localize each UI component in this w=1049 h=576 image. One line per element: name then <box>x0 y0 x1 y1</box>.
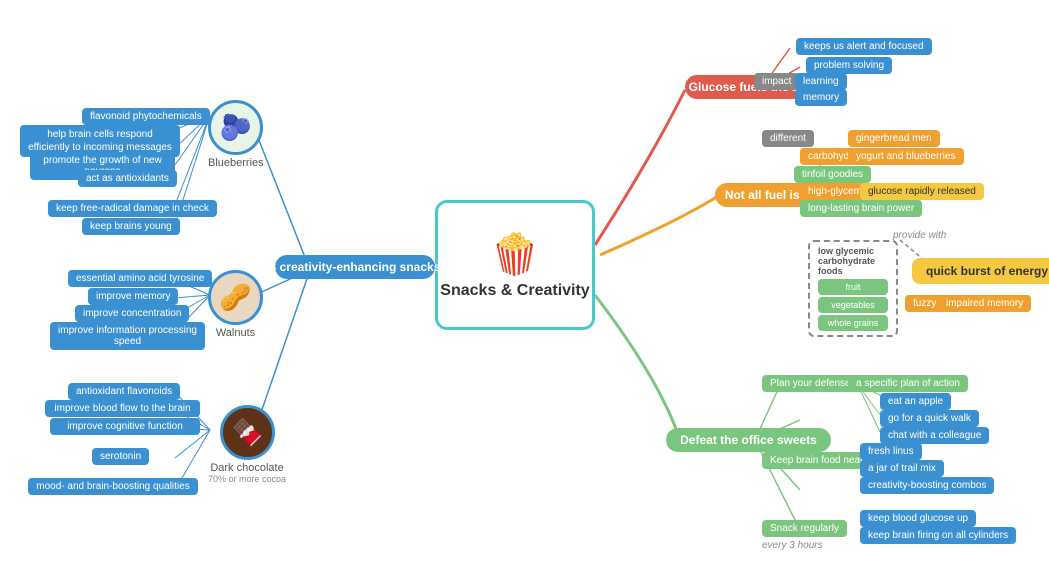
defeat-eat-apple: eat an apple <box>880 393 951 410</box>
walnuts-icon: 🥜 <box>208 270 263 325</box>
chocolate-node: 🍫 Dark chocolate 70% or more cocoa <box>208 405 286 484</box>
bb-fact-6: keep brains young <box>82 218 180 235</box>
glucose-child-4: memory <box>795 89 847 106</box>
blueberries-icon: 🫐 <box>208 100 263 155</box>
fuel-glucose-rapid: glucose rapidly released <box>860 183 984 200</box>
every-3h: every 3 hours <box>762 540 823 551</box>
walnuts-node: 🥜 Walnuts <box>208 270 263 339</box>
defeat-chat: chat with a colleague <box>880 427 989 444</box>
branch-defeat: Defeat the office sweets <box>666 428 831 452</box>
center-node: 🍿 Snacks & Creativity <box>435 200 595 330</box>
choc-fact-5: mood- and brain-boosting qualities <box>28 478 198 495</box>
choc-fact-4: serotonin <box>92 448 149 465</box>
defeat-walk: go for a quick walk <box>880 410 979 427</box>
bb-fact-1: flavonoid phytochemicals <box>82 108 210 125</box>
defeat-fresh: fresh linus <box>860 443 922 460</box>
glucose-child-2: problem solving <box>806 57 892 74</box>
chocolate-icon: 🍫 <box>220 405 275 460</box>
center-icon: 🍿 <box>490 231 540 278</box>
choc-fact-2: improve blood flow to the brain <box>45 400 200 417</box>
fuel-tinfoil: tinfoil goodies <box>794 166 871 183</box>
defeat-plan: Plan your defense <box>762 375 859 392</box>
bb-fact-5: keep free-radical damage in check <box>48 200 217 217</box>
center-label: Snacks & Creativity <box>440 282 589 300</box>
glucose-child-1: keeps us alert and focused <box>796 38 932 55</box>
fuel-yogurt: yogurt and blueberries <box>848 148 964 165</box>
branch-snacks: 3 creativity-enhancing snacks <box>275 255 435 279</box>
impaired-memory: impaired memory <box>938 295 1031 312</box>
chocolate-subtitle: 70% or more cocoa <box>208 474 286 484</box>
defeat-specific: a specific plan of action <box>848 375 968 392</box>
provide-with-label: provide with <box>893 230 946 241</box>
wn-fact-4: improve information processing speed <box>50 322 205 350</box>
wn-fact-1: essential amino acid tyrosine <box>68 270 212 287</box>
mindmap-container: 🍿 Snacks & Creativity Glucose fuels the … <box>0 0 1049 576</box>
bb-fact-4: act as antioxidants <box>78 170 177 187</box>
glucose-child-3: learning <box>795 73 847 90</box>
choc-fact-1: antioxidant flavonoids <box>68 383 180 400</box>
low-glycemic-box: low glycemic carbohydrate foods fruit ve… <box>808 240 898 337</box>
walnuts-label: Walnuts <box>216 327 255 339</box>
defeat-glucose: keep blood glucose up <box>860 510 976 527</box>
wn-fact-3: improve concentration <box>75 305 189 322</box>
fuel-longlasting: long-lasting brain power <box>800 200 922 217</box>
fuel-different: different <box>762 130 814 147</box>
defeat-trail: a jar of trail mix <box>860 460 944 477</box>
glucose-child-impact: impact <box>754 73 799 90</box>
defeat-combo: creativity-boosting combos <box>860 477 994 494</box>
blueberries-node: 🫐 Blueberries <box>208 100 264 169</box>
choc-fact-3: improve cognitive function <box>50 418 200 435</box>
wn-fact-2: improve memory <box>88 288 178 305</box>
quick-burst: quick burst of energy <box>912 258 1049 284</box>
defeat-firing: keep brain firing on all cylinders <box>860 527 1016 544</box>
blueberries-label: Blueberries <box>208 157 264 169</box>
chocolate-label: Dark chocolate <box>210 462 283 474</box>
defeat-snack: Snack regularly <box>762 520 847 537</box>
fuel-gingerbread: gingerbread men <box>848 130 940 147</box>
